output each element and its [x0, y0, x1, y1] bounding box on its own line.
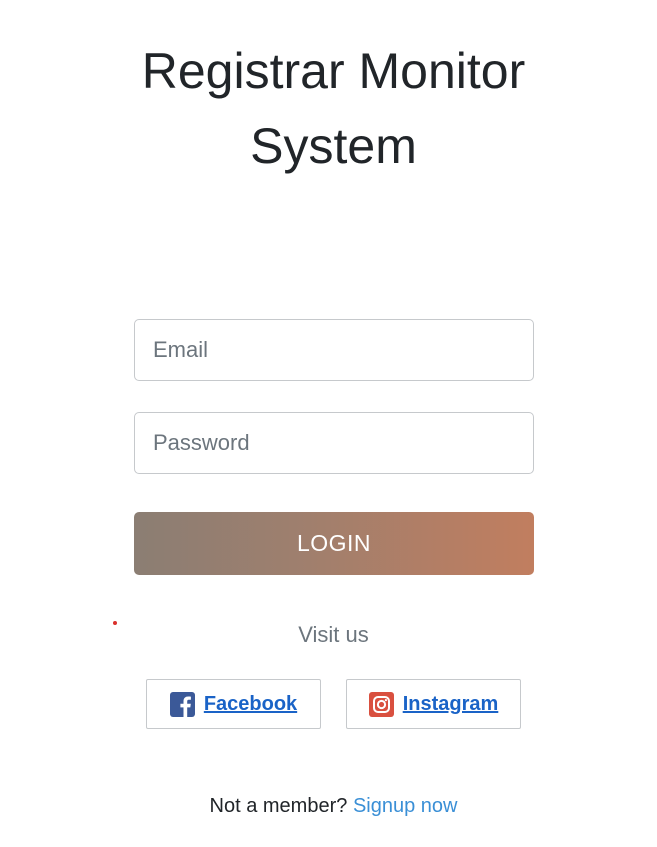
facebook-icon — [169, 691, 195, 717]
login-button[interactable]: LOGIN — [134, 512, 534, 575]
signup-prompt: Not a member? Signup now — [0, 795, 657, 818]
signup-link[interactable]: Signup now — [353, 795, 458, 817]
instagram-button[interactable]: Instagram — [346, 679, 521, 729]
page-title: Registrar Monitor System — [0, 34, 657, 184]
instagram-icon — [368, 691, 394, 717]
facebook-button[interactable]: Facebook — [146, 679, 321, 729]
facebook-label: Facebook — [203, 692, 298, 715]
visit-us-heading: Visit us — [298, 622, 369, 647]
not-member-text: Not a member? — [209, 795, 348, 817]
page-title-line-2: System — [250, 118, 417, 174]
password-field[interactable] — [134, 412, 534, 474]
email-field[interactable] — [134, 319, 534, 381]
page-title-line-1: Registrar Monitor — [141, 43, 526, 99]
instagram-label: Instagram — [402, 692, 499, 715]
